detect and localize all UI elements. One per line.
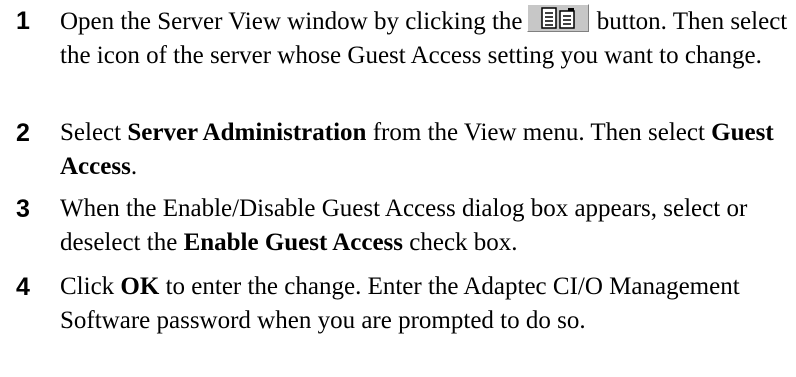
server-view-icon xyxy=(540,7,575,29)
menu-item-name: Server Administration xyxy=(127,119,367,146)
step-text: Open the Server View window by clicking … xyxy=(60,4,790,73)
instruction-list: 1 Open the Server View window by clickin… xyxy=(0,0,796,377)
step-text-part: to enter the change. Enter the Adaptec C… xyxy=(60,273,740,334)
step-text: Click OK to enter the change. Enter the … xyxy=(60,270,790,338)
button-name: OK xyxy=(120,273,160,300)
step-number: 1 xyxy=(16,7,30,35)
step-text: When the Enable/Disable Guest Access dia… xyxy=(60,192,790,260)
step-text-part: Open the Server View window by clicking … xyxy=(60,8,523,35)
step-text-part: check box. xyxy=(403,229,518,256)
step-text-part: from the View menu. Then select xyxy=(366,119,712,146)
step-number: 2 xyxy=(16,119,30,147)
step-text: Select Server Administration from the Vi… xyxy=(60,116,790,184)
step-text-part: . xyxy=(130,153,138,180)
step-text-part: Click xyxy=(60,273,121,300)
checkbox-name: Enable Guest Access xyxy=(183,229,404,256)
step-number: 3 xyxy=(16,195,30,223)
server-view-button[interactable] xyxy=(526,4,589,32)
step-text-part: Select xyxy=(60,119,128,146)
step-number: 4 xyxy=(16,273,30,301)
